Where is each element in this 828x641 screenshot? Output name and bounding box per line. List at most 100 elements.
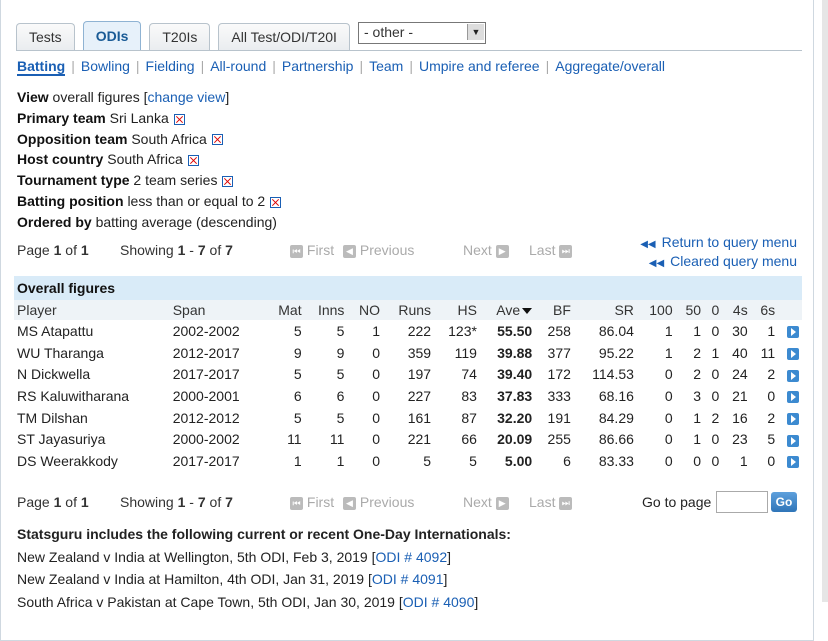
next-button[interactable]: Next ▶: [463, 494, 509, 510]
col-4s[interactable]: 4s: [722, 300, 751, 320]
cell-player[interactable]: WU Tharanga: [14, 342, 170, 364]
col-6s[interactable]: 6s: [750, 300, 779, 320]
cell-player[interactable]: MS Atapattu: [14, 320, 170, 342]
cell-player[interactable]: ST Jayasuriya: [14, 428, 170, 450]
tab-tests[interactable]: Tests: [16, 23, 75, 51]
cell-hs: 83: [461, 387, 477, 404]
nav-fielding[interactable]: Fielding: [146, 58, 195, 74]
cell-bf: 377: [547, 344, 571, 361]
cell-hs: 5: [469, 452, 477, 469]
scrollbar-strip[interactable]: [822, 0, 828, 602]
cell-6s: 2: [767, 366, 776, 383]
cell-50: 3: [693, 387, 702, 404]
cell-ave: 32.20: [497, 409, 533, 426]
col-hs[interactable]: HS: [434, 300, 480, 320]
nav-all-round[interactable]: All-round: [210, 58, 266, 74]
cell-0: 0: [711, 322, 720, 339]
first-button[interactable]: ⏮ First: [290, 494, 334, 510]
col-0[interactable]: 0: [704, 300, 723, 320]
cell-4s: 40: [732, 344, 748, 361]
view-details-icon[interactable]: [787, 347, 799, 360]
tab-odis[interactable]: ODIs: [82, 21, 142, 51]
col-bf[interactable]: BF: [535, 300, 574, 320]
cell-span: 2012-2017: [172, 344, 240, 361]
cell-sr: 83.33: [598, 452, 634, 469]
col-sr[interactable]: SR: [573, 300, 637, 320]
cell-bf: 191: [547, 409, 571, 426]
cell-player[interactable]: DS Weerakkody: [14, 450, 170, 472]
cell-no: 1: [372, 322, 381, 339]
filter-opposition: Opposition team South Africa: [17, 129, 281, 150]
table-row: WU Tharanga 2012-2017 9 9 0 359 119 39.88 377 95.…: [14, 342, 802, 364]
change-view-link[interactable]: change view: [147, 89, 225, 105]
cell-span: 2000-2001: [172, 387, 240, 404]
next-button[interactable]: Next ▶: [463, 242, 509, 258]
cell-100: 0: [664, 452, 673, 469]
col-player[interactable]: Player: [14, 300, 170, 320]
tab-t20is[interactable]: T20Is: [149, 23, 211, 51]
first-button[interactable]: ⏮ First: [290, 242, 334, 258]
cell-player[interactable]: RS Kaluwitharana: [14, 385, 170, 407]
cell-bf: 258: [547, 322, 571, 339]
col-span[interactable]: Span: [169, 300, 266, 320]
last-button[interactable]: Last ⏭: [529, 242, 573, 258]
table-row: ST Jayasuriya 2000-2002 11 11 0 221 66 20.09 255…: [14, 428, 802, 450]
showing-indicator: Showing 1 - 7 of 7: [120, 242, 233, 258]
cell-4s: 21: [732, 387, 748, 404]
cell-hs: 66: [461, 431, 477, 448]
col-no[interactable]: NO: [347, 300, 384, 320]
cell-6s: 0: [767, 452, 776, 469]
remove-filter-icon[interactable]: [173, 113, 185, 125]
other-format-select[interactable]: - other - ▼: [358, 22, 486, 44]
col-ave[interactable]: Ave: [479, 300, 536, 320]
remove-filter-icon[interactable]: [222, 175, 234, 187]
remove-filter-icon[interactable]: [270, 196, 282, 208]
match-link[interactable]: ODI # 4091: [372, 571, 444, 587]
col-inns[interactable]: Inns: [304, 300, 348, 320]
cell-no: 0: [372, 431, 381, 448]
nav-team[interactable]: Team: [369, 58, 403, 74]
view-details-icon[interactable]: [787, 369, 799, 382]
cleared-query-link[interactable]: Cleared query menu: [670, 253, 797, 269]
col-50[interactable]: 50: [675, 300, 705, 320]
cell-50: 1: [693, 322, 702, 339]
cell-6s: 11: [760, 344, 776, 361]
previous-button[interactable]: ◀ Previous: [343, 242, 414, 258]
view-details-icon[interactable]: [787, 391, 799, 404]
nav-umpire[interactable]: Umpire and referee: [419, 58, 540, 74]
remove-filter-icon[interactable]: [211, 134, 223, 146]
view-details-icon[interactable]: [787, 434, 799, 447]
chevron-down-icon[interactable]: ▼: [467, 24, 484, 40]
cell-player[interactable]: N Dickwella: [14, 363, 170, 385]
cell-100: 0: [664, 409, 673, 426]
cell-bf: 255: [547, 431, 571, 448]
cell-50: 2: [693, 366, 702, 383]
cell-ave: 39.88: [497, 344, 533, 361]
goto-page-input[interactable]: [716, 491, 768, 513]
nav-bowling[interactable]: Bowling: [81, 58, 130, 74]
cell-span: 2017-2017: [172, 452, 240, 469]
page-indicator: Page 1 of 1: [17, 242, 89, 258]
cell-runs: 5: [423, 452, 432, 469]
previous-button[interactable]: ◀ Previous: [343, 494, 414, 510]
col-100[interactable]: 100: [636, 300, 676, 320]
match-item: New Zealand v India at Hamilton, 4th ODI…: [17, 571, 448, 587]
cell-bf: 333: [547, 387, 571, 404]
tab-all[interactable]: All Test/ODI/T20I: [218, 23, 350, 51]
tab-divider: [16, 50, 802, 51]
return-query-link[interactable]: Return to query menu: [662, 234, 797, 250]
col-mat[interactable]: Mat: [265, 300, 305, 320]
view-details-icon[interactable]: [787, 326, 799, 339]
nav-batting[interactable]: Batting: [17, 58, 66, 76]
last-button[interactable]: Last ⏭: [529, 494, 573, 510]
view-details-icon[interactable]: [787, 456, 799, 469]
remove-filter-icon[interactable]: [187, 155, 199, 167]
nav-partnership[interactable]: Partnership: [282, 58, 354, 74]
match-link[interactable]: ODI # 4092: [376, 549, 448, 565]
go-button[interactable]: Go: [771, 492, 797, 512]
nav-aggregate[interactable]: Aggregate/overall: [555, 58, 665, 74]
view-details-icon[interactable]: [787, 412, 799, 425]
cell-player[interactable]: TM Dilshan: [14, 407, 170, 429]
cell-mat: 5: [293, 409, 302, 426]
col-runs[interactable]: Runs: [383, 300, 435, 320]
